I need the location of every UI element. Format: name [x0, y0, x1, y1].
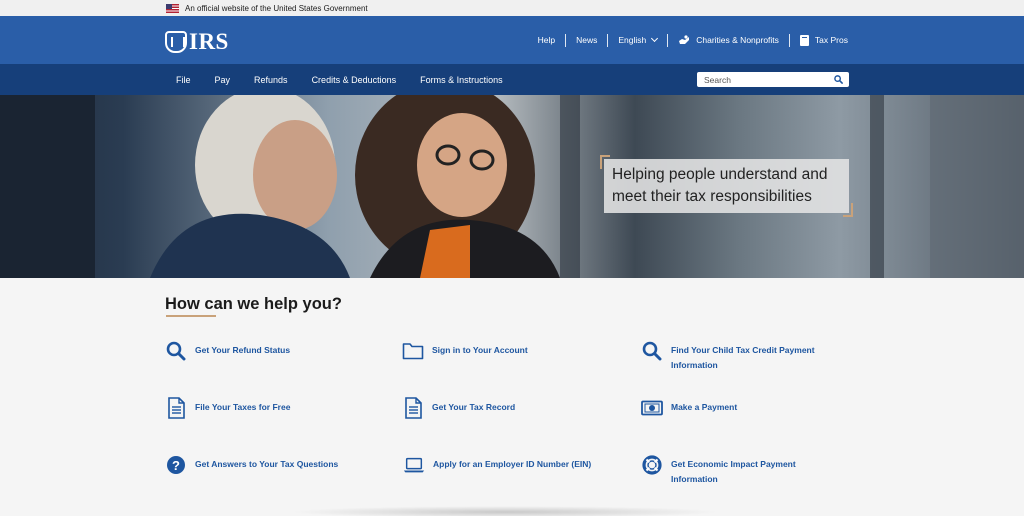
gov-banner-text: An official website of the United States…	[185, 3, 368, 13]
language-selector[interactable]: English	[608, 34, 667, 47]
divider	[565, 33, 567, 47]
news-link[interactable]: News	[566, 34, 607, 47]
refund-status-label: Get Your Refund Status	[195, 345, 291, 355]
search-icon[interactable]	[834, 75, 843, 84]
eagle-logo-icon	[165, 31, 187, 53]
tax-questions-link[interactable]: ? Get Answers to Your Tax Questions	[165, 454, 338, 476]
tax-record-link[interactable]: Get Your Tax Record	[402, 397, 515, 419]
utility-nav: Help News English Charities & Nonprofits…	[528, 16, 848, 64]
nav-credits-deductions[interactable]: Credits & Deductions	[312, 75, 397, 85]
help-link[interactable]: Help	[528, 34, 565, 47]
book-icon	[799, 34, 809, 46]
file-free-link[interactable]: File Your Taxes for Free	[165, 397, 290, 419]
money-icon	[641, 397, 663, 419]
search-icon	[165, 340, 187, 362]
tax-pros-link[interactable]: Tax Pros	[790, 34, 848, 47]
svg-text:?: ?	[172, 458, 180, 473]
chevron-down-icon	[651, 34, 659, 43]
folder-icon	[402, 340, 424, 362]
charities-label: Charities & Nonprofits	[696, 35, 779, 45]
language-label: English	[618, 35, 647, 45]
child-tax-credit-link[interactable]: Find Your Child Tax Credit Payment Infor…	[641, 340, 831, 373]
search-box	[697, 72, 849, 87]
divider	[667, 33, 669, 47]
file-free-label: File Your Taxes for Free	[195, 402, 291, 412]
nav-file[interactable]: File	[176, 75, 191, 85]
hand-heart-icon	[679, 35, 690, 44]
question-icon: ?	[165, 454, 187, 476]
economic-impact-link[interactable]: Get Economic Impact Payment Information	[641, 454, 821, 487]
make-payment-label: Make a Payment	[671, 402, 738, 412]
help-heading: How can we help you?	[165, 295, 342, 313]
hero-tagline: Helping people understand and meet their…	[604, 159, 849, 213]
hero-photo	[0, 95, 1024, 278]
us-flag-icon	[166, 3, 179, 13]
tax-questions-label: Get Answers to Your Tax Questions	[195, 459, 339, 469]
search-input[interactable]	[704, 74, 824, 85]
irs-logo[interactable]: IRS	[165, 29, 229, 55]
ein-link[interactable]: Apply for an Employer ID Number (EIN)	[403, 454, 591, 476]
logo-text: IRS	[189, 29, 229, 54]
divider	[607, 33, 609, 47]
sign-in-link[interactable]: Sign in to Your Account	[402, 340, 528, 362]
ein-label: Apply for an Employer ID Number (EIN)	[433, 459, 592, 469]
sign-in-label: Sign in to Your Account	[432, 345, 528, 355]
economic-impact-label: Get Economic Impact Payment Information	[671, 459, 796, 484]
charities-link[interactable]: Charities & Nonprofits	[668, 34, 789, 47]
nav-pay[interactable]: Pay	[215, 75, 231, 85]
make-payment-link[interactable]: Make a Payment	[641, 397, 737, 419]
refund-status-link[interactable]: Get Your Refund Status	[165, 340, 290, 362]
bottom-shadow	[290, 506, 720, 516]
child-tax-credit-label: Find Your Child Tax Credit Payment Infor…	[671, 345, 815, 370]
nav-refunds[interactable]: Refunds	[254, 75, 288, 85]
document-icon	[165, 397, 187, 419]
lifebuoy-icon	[641, 454, 663, 476]
nav-forms-instructions[interactable]: Forms & Instructions	[420, 75, 503, 85]
divider	[788, 33, 790, 47]
tax-record-label: Get Your Tax Record	[432, 402, 516, 412]
laptop-icon	[403, 454, 425, 476]
search-icon	[641, 340, 663, 362]
gov-banner: An official website of the United States…	[0, 0, 1024, 16]
document-icon	[402, 397, 424, 419]
hero-banner: Helping people understand and meet their…	[0, 95, 1024, 278]
heading-underline	[166, 315, 216, 317]
tax-pros-label: Tax Pros	[814, 35, 848, 45]
top-header: IRS Help News English Charities & Nonpro…	[0, 16, 1024, 64]
main-nav: File Pay Refunds Credits & Deductions Fo…	[0, 64, 1024, 95]
